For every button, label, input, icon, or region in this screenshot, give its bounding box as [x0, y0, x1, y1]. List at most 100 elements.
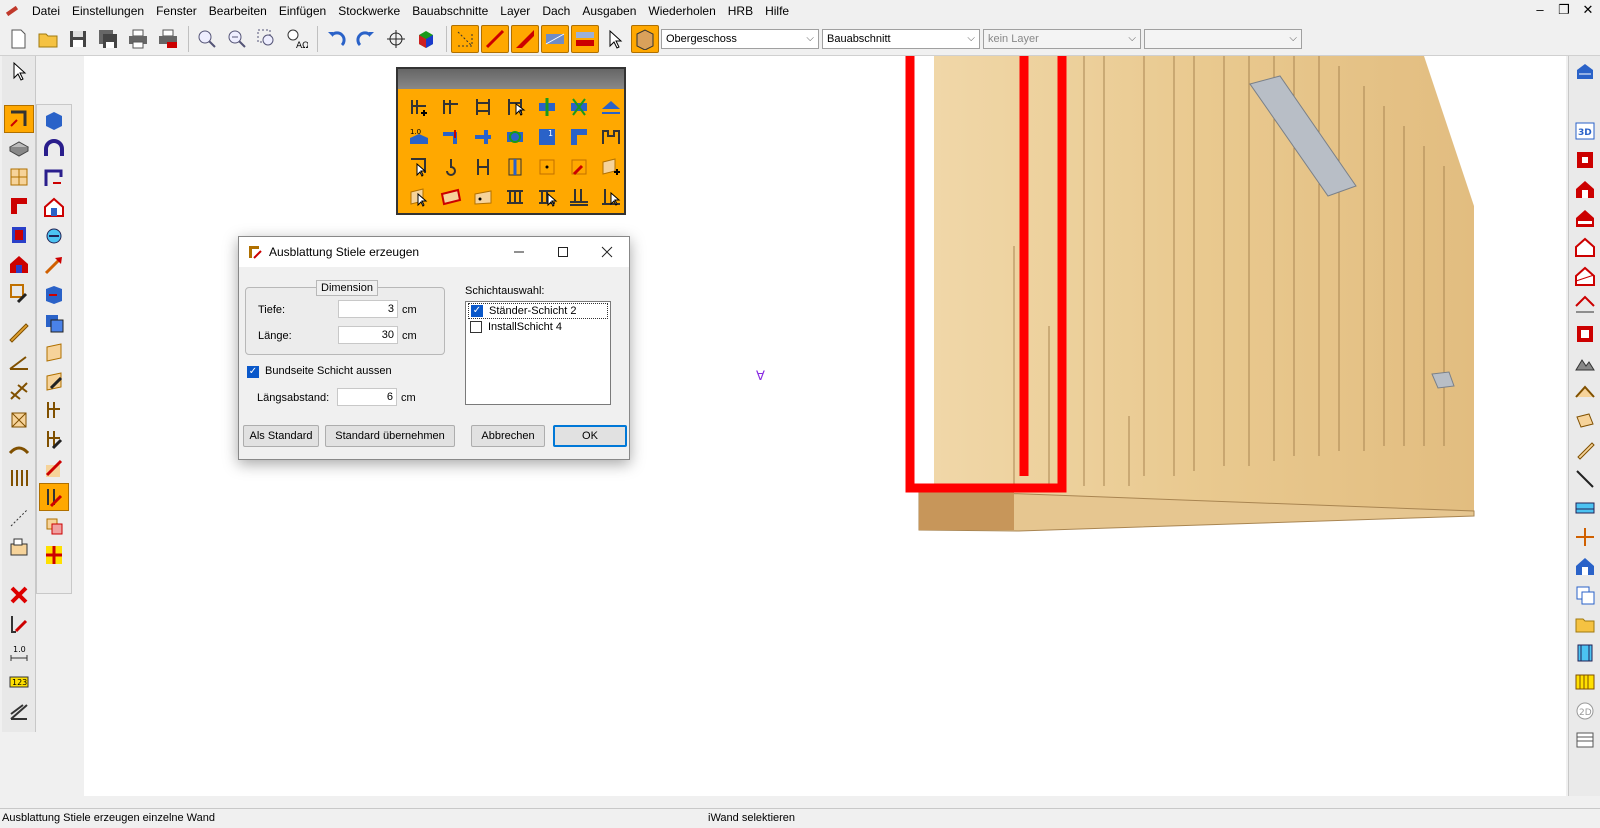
palette-grid-select[interactable]: [532, 183, 562, 211]
stud-arrow-button[interactable]: [39, 454, 69, 482]
palette-join[interactable]: [436, 123, 466, 151]
als-standard-button[interactable]: Als Standard: [243, 425, 319, 447]
menu-stockwerke[interactable]: Stockwerke: [332, 0, 406, 22]
layer-view-button[interactable]: [1570, 494, 1600, 522]
palette-ausblattung-select[interactable]: [596, 183, 626, 211]
blue-wall-button[interactable]: [39, 106, 69, 134]
diagonal-arrow-button[interactable]: [39, 251, 69, 279]
pointer-button[interactable]: [601, 25, 629, 53]
laenge-input[interactable]: 30: [338, 326, 398, 344]
line-button[interactable]: [1570, 465, 1600, 493]
menu-ausgaben[interactable]: Ausgaben: [576, 0, 642, 22]
beam-view-button[interactable]: [1570, 436, 1600, 464]
numbering-button[interactable]: 123: [4, 668, 34, 696]
sloped-tool-button[interactable]: [4, 697, 34, 725]
palette-t-join[interactable]: [468, 123, 498, 151]
undo-button[interactable]: [322, 25, 350, 53]
menu-bearbeiten[interactable]: Bearbeiten: [203, 0, 273, 22]
film-button[interactable]: [1570, 639, 1600, 667]
menu-layer[interactable]: Layer: [494, 0, 536, 22]
section-select[interactable]: Bauabschnitt ⌵: [822, 28, 980, 49]
edit-object-button[interactable]: [4, 279, 34, 307]
palette-hook[interactable]: [436, 153, 466, 181]
palette-box-point[interactable]: [532, 153, 562, 181]
plan-frame-button[interactable]: [1570, 320, 1600, 348]
palette-stud-blue[interactable]: [500, 153, 530, 181]
house-front-button[interactable]: [1570, 175, 1600, 203]
panel-view-button[interactable]: [1570, 407, 1600, 435]
redo-button[interactable]: [352, 25, 380, 53]
house-section-button[interactable]: [1570, 262, 1600, 290]
layer-listbox[interactable]: ✓ Ständer-Schicht 2 InstallSchicht 4: [465, 301, 611, 405]
stud-edit-button[interactable]: [39, 425, 69, 453]
wall-tool-button[interactable]: [481, 24, 509, 53]
save-all-button[interactable]: [94, 25, 122, 53]
bundseite-checkbox[interactable]: ✓: [247, 366, 259, 378]
zoom-out-button[interactable]: [223, 25, 251, 53]
palette-panel-point[interactable]: [468, 183, 498, 211]
arch-tool-button[interactable]: [4, 435, 34, 463]
menu-bauabschnitte[interactable]: Bauabschnitte: [406, 0, 494, 22]
dimension-button[interactable]: 1.0: [4, 639, 34, 667]
palette-red-frame[interactable]: [436, 183, 466, 211]
palette-corner[interactable]: [564, 123, 594, 151]
layer-checkbox-staender[interactable]: ✓: [471, 305, 483, 317]
ok-button[interactable]: OK: [553, 425, 627, 447]
layer-item-staender[interactable]: ✓ Ständer-Schicht 2: [468, 303, 608, 319]
ausblattung-button[interactable]: [39, 483, 69, 511]
menu-hrb[interactable]: HRB: [722, 0, 759, 22]
roof-edit-button[interactable]: [1570, 378, 1600, 406]
palette-base-plate[interactable]: [564, 183, 594, 211]
palette-blue-cross[interactable]: [532, 93, 562, 121]
open-folder-button[interactable]: [34, 25, 62, 53]
3d-cube-button[interactable]: [412, 25, 440, 53]
stud-place-button[interactable]: [39, 396, 69, 424]
close-button[interactable]: ✕: [1576, 0, 1600, 20]
panel-edit-button[interactable]: [39, 367, 69, 395]
dialog-maximize-button[interactable]: [541, 237, 585, 267]
truss-button[interactable]: [4, 377, 34, 405]
zoom-window-button[interactable]: [253, 25, 281, 53]
axis-button[interactable]: [1570, 523, 1600, 551]
palette-box-edit[interactable]: [564, 153, 594, 181]
house-walls-button[interactable]: [39, 193, 69, 221]
palette-cycle[interactable]: [500, 123, 530, 151]
menu-fenster[interactable]: Fenster: [150, 0, 203, 22]
studs-tool-button[interactable]: [4, 464, 34, 492]
menu-einfuegen[interactable]: Einfügen: [273, 0, 332, 22]
layer-checkbox-install[interactable]: [470, 321, 482, 333]
tiefe-input[interactable]: 3: [338, 300, 398, 318]
wall-tool-active-button[interactable]: [3, 105, 34, 133]
new-file-button[interactable]: [4, 25, 32, 53]
dialog-minimize-button[interactable]: [497, 237, 541, 267]
block-tool-button[interactable]: [4, 533, 34, 561]
palette-panel-select[interactable]: [404, 183, 434, 211]
roof-beam-button[interactable]: [4, 348, 34, 376]
house-tool-button[interactable]: [4, 250, 34, 278]
element-tree-button[interactable]: [39, 512, 69, 540]
roof-view-button[interactable]: [1570, 291, 1600, 319]
palette-ladder[interactable]: [468, 93, 498, 121]
wall-connection-button[interactable]: [39, 164, 69, 192]
palette-grid-frame[interactable]: [500, 183, 530, 211]
studs-view-button[interactable]: [1570, 668, 1600, 696]
red-wall-button[interactable]: [511, 24, 539, 53]
delete-button[interactable]: [4, 581, 34, 609]
layer-hatch-button[interactable]: [571, 24, 599, 53]
beam-tool-button[interactable]: [4, 319, 34, 347]
terrain-button[interactable]: [1570, 349, 1600, 377]
palette-ladder-select[interactable]: [500, 93, 530, 121]
copy-view-button[interactable]: [1570, 581, 1600, 609]
palette-stud-pair[interactable]: [436, 93, 466, 121]
floor-select[interactable]: Obergeschoss ⌵: [661, 28, 819, 49]
palette-number-select[interactable]: 1: [532, 123, 562, 151]
menu-dach[interactable]: Dach: [536, 0, 576, 22]
house-side-button[interactable]: [1570, 204, 1600, 232]
palette-h-frame[interactable]: [468, 153, 498, 181]
menu-wiederholen[interactable]: Wiederholen: [642, 0, 721, 22]
wall-copy-button[interactable]: [39, 309, 69, 337]
room-tool-button[interactable]: [4, 221, 34, 249]
restore-button[interactable]: ❐: [1552, 0, 1576, 20]
house-outline-button[interactable]: [1570, 233, 1600, 261]
hatch-button[interactable]: [541, 24, 569, 53]
